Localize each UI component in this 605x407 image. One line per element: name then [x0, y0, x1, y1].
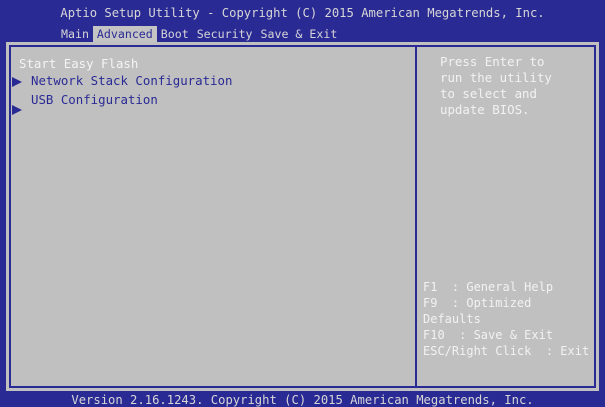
tab-security[interactable]: Security — [193, 26, 257, 42]
submenu-arrow-icon — [12, 77, 22, 87]
tab-advanced[interactable]: Advanced — [92, 26, 157, 42]
key-optimized-line: F9 : Optimized — [423, 296, 532, 310]
help-text: Press Enter to run the utility to select… — [440, 54, 590, 118]
help-line: run the utility — [440, 70, 552, 85]
panel-divider — [415, 45, 417, 388]
footer-version: Version 2.16.1243. Copyright (C) 2015 Am… — [71, 393, 534, 407]
content-panel: Start Easy Flash Network Stack Configura… — [6, 42, 599, 391]
help-line: update BIOS. — [440, 102, 530, 117]
tab-main[interactable]: Main — [57, 26, 93, 42]
key-defaults-line: Defaults — [423, 312, 481, 326]
key-help-line: F1 : General Help — [423, 280, 554, 294]
help-line: Press Enter to — [440, 54, 545, 69]
menu-bar: Main Advanced Boot Security Save & Exit — [57, 26, 341, 42]
submenu-arrow-icon — [12, 105, 22, 115]
key-esc-line: ESC/Right Click : Exit — [423, 344, 590, 358]
header-title: Aptio Setup Utility - Copyright (C) 2015… — [60, 6, 545, 20]
tab-save-exit[interactable]: Save & Exit — [257, 26, 342, 42]
key-save-exit-line: F10 : Save & Exit — [423, 328, 554, 342]
key-legend: F1 : General Help F9 : Optimized Default… — [423, 279, 599, 359]
tab-boot[interactable]: Boot — [157, 26, 193, 42]
item-network-stack-configuration[interactable]: Network Stack Configuration — [31, 74, 232, 88]
help-line: to select and — [440, 86, 537, 101]
item-start-easy-flash[interactable]: Start Easy Flash — [19, 57, 138, 71]
item-usb-configuration[interactable]: USB Configuration — [31, 93, 158, 107]
